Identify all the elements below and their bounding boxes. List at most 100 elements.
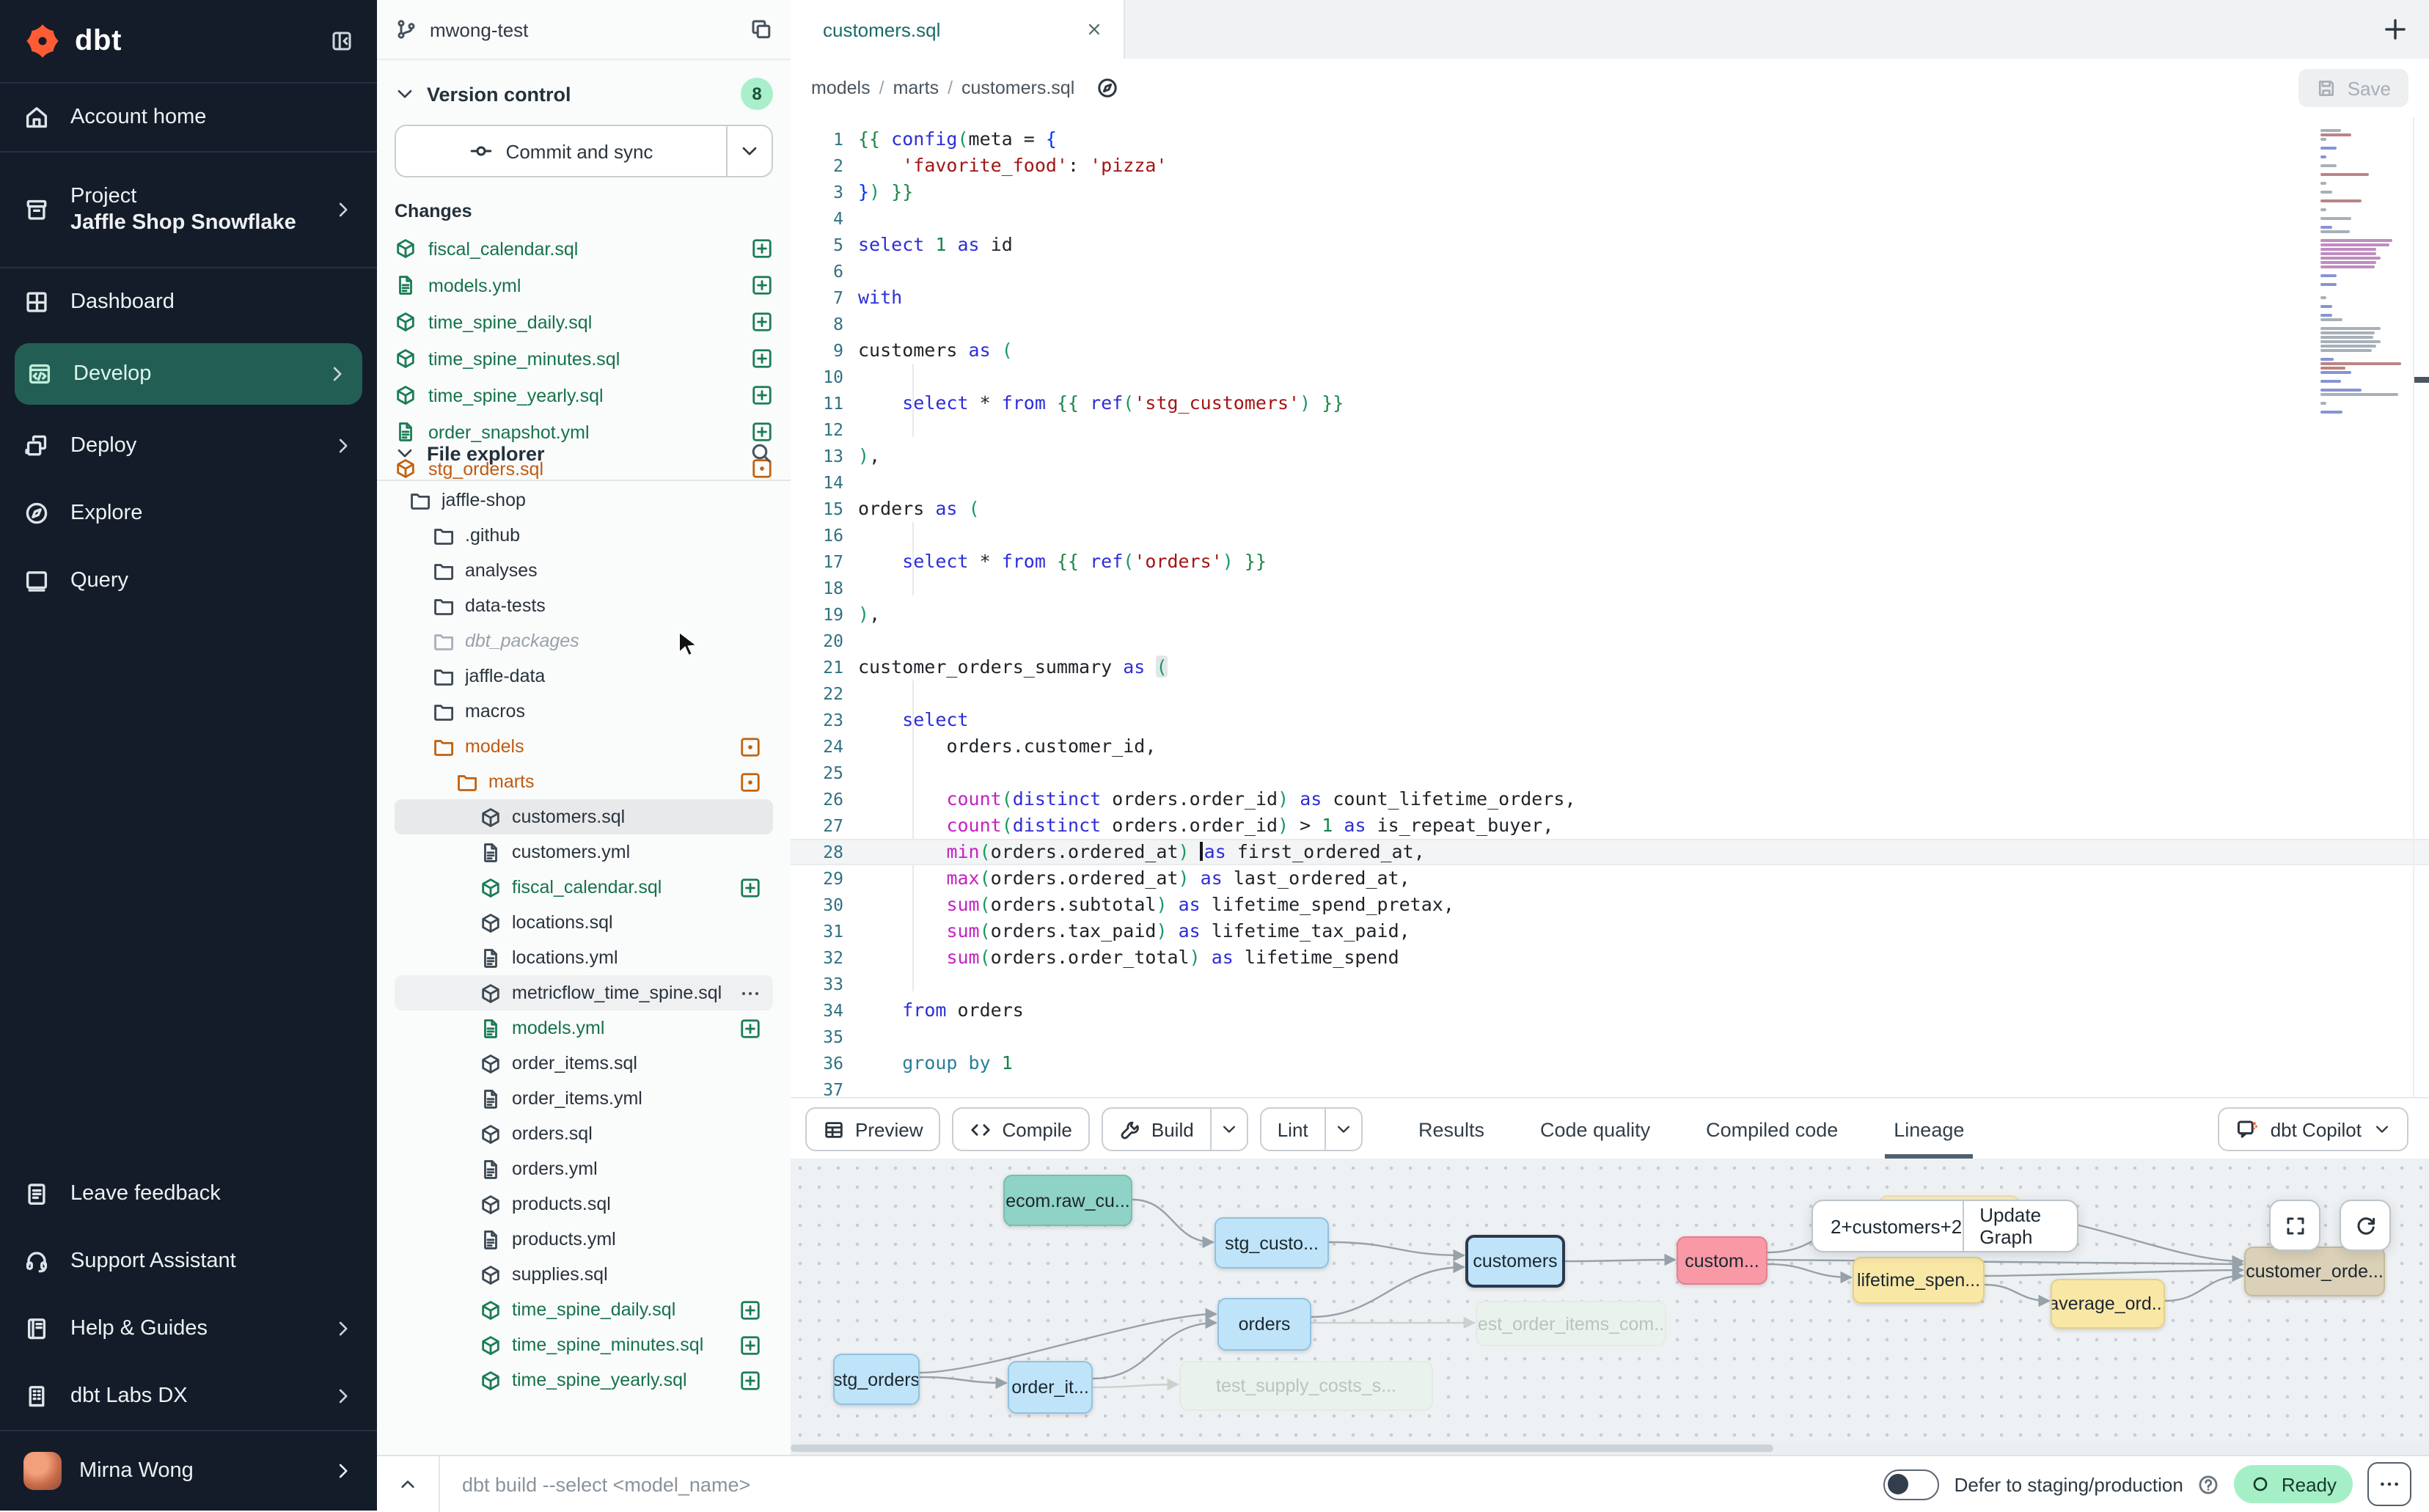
sidebar-item-help-guides[interactable]: Help & Guides bbox=[0, 1295, 377, 1362]
lineage-node-custom[interactable]: custom... bbox=[1677, 1236, 1767, 1285]
lineage-node-orders[interactable]: orders bbox=[1217, 1298, 1311, 1351]
tree-item-macros[interactable]: macros bbox=[395, 694, 773, 729]
lineage-search-input[interactable]: 2+customers+2 bbox=[1813, 1201, 1962, 1251]
tree-item-time-spine-minutes-sql[interactable]: time_spine_minutes.sql bbox=[395, 1327, 773, 1362]
code-editor[interactable]: 1{{ config(meta = {2 'favorite_food': 'p… bbox=[791, 117, 2429, 1097]
collapse-sidebar-icon[interactable] bbox=[330, 29, 353, 53]
tree-item-jaffle-data[interactable]: jaffle-data bbox=[395, 658, 773, 694]
chevron-down-icon[interactable] bbox=[395, 84, 415, 104]
lineage-node-lifetime-spen[interactable]: lifetime_spen... bbox=[1853, 1257, 1985, 1304]
sidebar-item-deploy[interactable]: Deploy bbox=[0, 412, 377, 480]
tree-item-marts[interactable]: marts bbox=[395, 764, 773, 799]
tree-item-customers-sql[interactable]: customers.sql bbox=[395, 799, 773, 834]
tab-results[interactable]: Results bbox=[1418, 1098, 1484, 1160]
tree-item-analyses[interactable]: analyses bbox=[395, 553, 773, 588]
changed-file-time-spine-yearly-sql[interactable]: time_spine_yearly.sql bbox=[395, 377, 773, 414]
commit-options-button[interactable] bbox=[726, 126, 772, 176]
compile-button[interactable]: Compile bbox=[953, 1107, 1090, 1151]
new-tab-button[interactable] bbox=[2382, 16, 2408, 43]
tree-item-supplies-sql[interactable]: supplies.sql bbox=[395, 1257, 773, 1292]
chevron-down-icon[interactable] bbox=[395, 443, 415, 463]
tree-item-locations-sql[interactable]: locations.sql bbox=[395, 905, 773, 940]
save-button[interactable]: Save bbox=[2299, 69, 2408, 107]
stage-file-button[interactable] bbox=[739, 1369, 761, 1391]
tree-item-models[interactable]: models bbox=[395, 729, 773, 764]
lineage-node-stg-custo[interactable]: stg_custo... bbox=[1214, 1217, 1329, 1269]
commit-and-sync-button[interactable]: Commit and sync bbox=[395, 125, 773, 177]
tree-item-orders-yml[interactable]: orders.yml bbox=[395, 1151, 773, 1186]
close-tab-icon[interactable] bbox=[1085, 21, 1103, 38]
tree-item-time-spine-daily-sql[interactable]: time_spine_daily.sql bbox=[395, 1292, 773, 1327]
stage-file-button[interactable] bbox=[751, 384, 773, 406]
sidebar-item-dbt-labs-dx[interactable]: dbt Labs DX bbox=[0, 1362, 377, 1430]
lineage-hscrollbar[interactable] bbox=[791, 1442, 2429, 1455]
lineage-node-test-order-items-com[interactable]: test_order_items_com... bbox=[1476, 1301, 1666, 1346]
lineage-node-test-supply-costs-s[interactable]: test_supply_costs_s... bbox=[1179, 1361, 1433, 1411]
sidebar-item-dashboard[interactable]: Dashboard bbox=[0, 268, 377, 336]
tab-lineage[interactable]: Lineage bbox=[1894, 1098, 1964, 1160]
tree-item-jaffle-shop[interactable]: jaffle-shop bbox=[395, 482, 773, 518]
tree-item-customers-yml[interactable]: customers.yml bbox=[395, 834, 773, 870]
sidebar-item-support-assistant[interactable]: Support Assistant bbox=[0, 1227, 377, 1295]
lint-options-button[interactable] bbox=[1325, 1109, 1361, 1150]
file-options-button[interactable] bbox=[739, 982, 761, 1004]
more-options-button[interactable] bbox=[2367, 1462, 2411, 1506]
tree-item-github[interactable]: .github bbox=[395, 518, 773, 553]
lineage-node-ecom-raw-cu[interactable]: ecom.raw_cu... bbox=[1003, 1175, 1132, 1226]
fullscreen-button[interactable] bbox=[2269, 1200, 2320, 1251]
lineage-node-stg-orders[interactable]: stg_orders bbox=[833, 1354, 920, 1405]
changed-file-fiscal-calendar-sql[interactable]: fiscal_calendar.sql bbox=[395, 230, 773, 267]
defer-toggle[interactable] bbox=[1884, 1469, 1940, 1500]
stage-file-button[interactable] bbox=[751, 274, 773, 296]
stage-file-button[interactable] bbox=[739, 876, 761, 898]
tree-item-orders-sql[interactable]: orders.sql bbox=[395, 1116, 773, 1151]
lineage-node-customers[interactable]: customers bbox=[1465, 1235, 1565, 1288]
tree-item-data-tests[interactable]: data-tests bbox=[395, 588, 773, 623]
help-icon[interactable] bbox=[2198, 1473, 2220, 1495]
sidebar-item-account-home[interactable]: Account home bbox=[0, 84, 377, 151]
changed-file-models-yml[interactable]: models.yml bbox=[395, 267, 773, 304]
tree-item-order-items-sql[interactable]: order_items.sql bbox=[395, 1046, 773, 1081]
update-graph-button[interactable]: Update Graph bbox=[1962, 1201, 2077, 1251]
sidebar-item-explore[interactable]: Explore bbox=[0, 480, 377, 547]
tree-item-order-items-yml[interactable]: order_items.yml bbox=[395, 1081, 773, 1116]
sidebar-item-leave-feedback[interactable]: Leave feedback bbox=[0, 1160, 377, 1227]
build-options-button[interactable] bbox=[1210, 1109, 1247, 1150]
lineage-canvas[interactable]: ecom.raw_cu... stg_custo... customers custo… bbox=[791, 1159, 2429, 1455]
tree-item-products-yml[interactable]: products.yml bbox=[395, 1222, 773, 1257]
tree-item-metricflow-time-spine-sql[interactable]: metricflow_time_spine.sql bbox=[395, 975, 773, 1010]
changed-file-time-spine-minutes-sql[interactable]: time_spine_minutes.sql bbox=[395, 340, 773, 377]
copy-icon[interactable] bbox=[750, 18, 773, 41]
user-menu[interactable]: Mirna Wong bbox=[0, 1431, 377, 1511]
editor-scrollbar[interactable] bbox=[2413, 117, 2429, 1097]
search-icon[interactable] bbox=[750, 441, 773, 465]
expand-command-bar-button[interactable] bbox=[377, 1474, 439, 1494]
lineage-node-customer-orde[interactable]: customer_orde... bbox=[2244, 1247, 2385, 1296]
tab-compiled-code[interactable]: Compiled code bbox=[1706, 1098, 1838, 1160]
dbt-copilot-button[interactable]: dbt Copilot bbox=[2218, 1107, 2408, 1151]
lineage-node-average-ord[interactable]: average_ord... bbox=[2051, 1279, 2165, 1329]
tree-item-locations-yml[interactable]: locations.yml bbox=[395, 940, 773, 975]
sidebar-item-project[interactable]: ProjectJaffle Shop Snowflake bbox=[0, 153, 377, 267]
stage-file-button[interactable] bbox=[751, 348, 773, 370]
stage-file-button[interactable] bbox=[739, 1334, 761, 1356]
tree-item-models-yml[interactable]: models.yml bbox=[395, 1010, 773, 1046]
stage-file-button[interactable] bbox=[739, 1017, 761, 1039]
stage-file-button[interactable] bbox=[751, 238, 773, 260]
tree-item-fiscal-calendar-sql[interactable]: fiscal_calendar.sql bbox=[395, 870, 773, 905]
stage-file-button[interactable] bbox=[739, 1299, 761, 1321]
tree-item-time-spine-yearly-sql[interactable]: time_spine_yearly.sql bbox=[395, 1362, 773, 1398]
command-input[interactable]: dbt build --select <model_name> bbox=[439, 1456, 1884, 1512]
stage-file-button[interactable] bbox=[751, 311, 773, 333]
breadcrumb-segment[interactable]: customers.sql bbox=[961, 78, 1074, 98]
tab-code-quality[interactable]: Code quality bbox=[1540, 1098, 1650, 1160]
build-button[interactable]: Build bbox=[1102, 1107, 1248, 1151]
changed-file-time-spine-daily-sql[interactable]: time_spine_daily.sql bbox=[395, 304, 773, 340]
breadcrumb-segment[interactable]: models bbox=[811, 78, 871, 98]
refresh-graph-button[interactable] bbox=[2340, 1200, 2391, 1251]
sidebar-item-query[interactable]: Query bbox=[0, 547, 377, 614]
tree-item-dbt-packages[interactable]: dbt_packages bbox=[395, 623, 773, 658]
tab-customers-sql[interactable]: customers.sql bbox=[791, 0, 1125, 59]
sidebar-item-develop[interactable]: Develop bbox=[15, 343, 362, 405]
tree-item-products-sql[interactable]: products.sql bbox=[395, 1186, 773, 1222]
